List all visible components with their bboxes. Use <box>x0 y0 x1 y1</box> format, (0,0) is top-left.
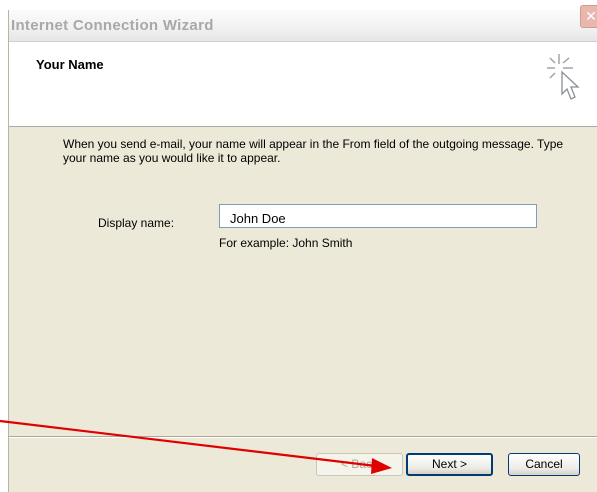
next-button[interactable]: Next > <box>406 453 493 476</box>
cancel-button[interactable]: Cancel <box>508 453 580 476</box>
example-hint: For example: John Smith <box>219 236 353 250</box>
wizard-cursor-icon <box>547 54 580 100</box>
footer-divider <box>9 436 597 438</box>
window-title: Internet Connection Wizard <box>11 17 214 34</box>
title-bar[interactable]: Internet Connection Wizard <box>9 10 597 42</box>
back-button[interactable]: < Back <box>316 453 403 476</box>
wizard-window: Internet Connection Wizard Your Name Whe… <box>8 10 597 492</box>
close-icon[interactable]: ✕ <box>580 5 597 28</box>
page-title: Your Name <box>36 57 104 72</box>
instructions-text: When you send e-mail, your name will app… <box>63 137 564 165</box>
display-name-input[interactable]: John Doe <box>219 204 537 228</box>
wizard-header: Your Name <box>9 42 597 127</box>
display-name-label: Display name: <box>98 216 175 230</box>
